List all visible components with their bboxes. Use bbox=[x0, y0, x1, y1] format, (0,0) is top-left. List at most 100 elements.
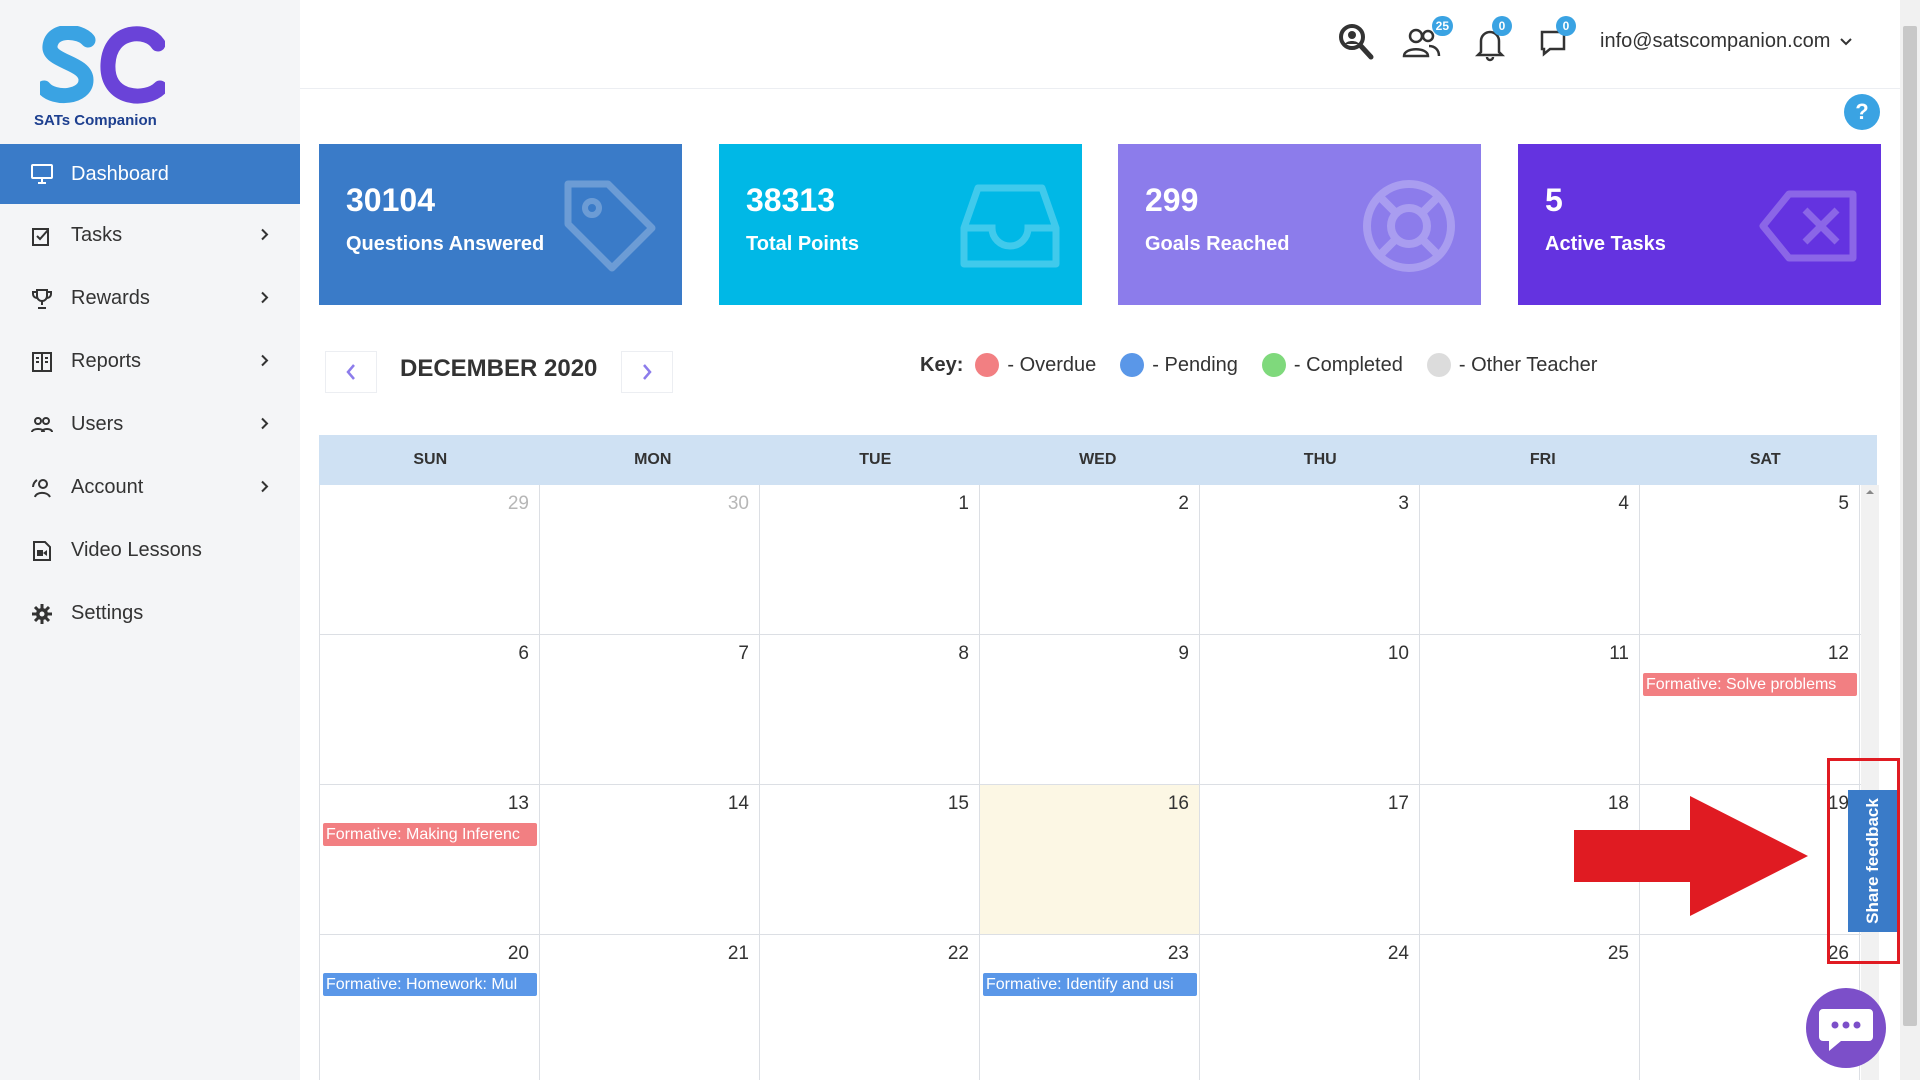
calendar-day[interactable]: 7 bbox=[540, 635, 760, 784]
search-icon bbox=[1339, 24, 1374, 60]
day-number: 7 bbox=[738, 643, 749, 664]
sidebar-item-label: Tasks bbox=[71, 224, 123, 246]
sidebar-item-label: Video Lessons bbox=[71, 539, 202, 561]
topbar: 25 0 0 info@satscompanion.com bbox=[300, 0, 1900, 89]
key-item-other-teacher: - Other Teacher bbox=[1421, 353, 1598, 377]
calendar-day[interactable]: 1 bbox=[760, 485, 980, 634]
calendar-day[interactable]: 22 bbox=[760, 935, 980, 1080]
video-icon bbox=[28, 537, 56, 565]
calendar-day[interactable]: 9 bbox=[980, 635, 1200, 784]
tag-icon bbox=[564, 180, 656, 272]
sidebar-item-label: Users bbox=[71, 413, 124, 435]
calendar-day[interactable]: 2 bbox=[980, 485, 1200, 634]
calendar-day[interactable]: 3 bbox=[1200, 485, 1420, 634]
calendar-day[interactable]: 15 bbox=[760, 785, 980, 934]
key-label: - Completed bbox=[1293, 353, 1403, 376]
key-label: - Other Teacher bbox=[1458, 353, 1598, 376]
calendar-day[interactable]: 10 bbox=[1200, 635, 1420, 784]
chevron-right-icon bbox=[260, 224, 270, 247]
sidebar-item-label: Account bbox=[71, 476, 144, 498]
sidebar-item-label: Reports bbox=[71, 350, 142, 372]
tasks-icon bbox=[28, 222, 56, 250]
calendar-day[interactable]: 5 bbox=[1640, 485, 1860, 634]
chevron-down-icon bbox=[1840, 37, 1853, 45]
chevron-right-icon bbox=[260, 350, 270, 373]
messages-button[interactable]: 0 bbox=[1534, 16, 1578, 66]
page-scrollbar-thumb[interactable] bbox=[1903, 26, 1917, 1026]
calendar-event-overdue[interactable]: Formative: Making Inferenc bbox=[323, 823, 537, 846]
calendar-week: 6 7 8 9 10 11 12 Formative: Solve proble… bbox=[320, 635, 1879, 785]
calendar-day[interactable]: 4 bbox=[1420, 485, 1640, 634]
notifications-badge: 0 bbox=[1492, 16, 1512, 36]
scroll-up-icon bbox=[1866, 490, 1874, 494]
calendar-day[interactable]: 17 bbox=[1200, 785, 1420, 934]
chevron-right-icon bbox=[260, 476, 270, 499]
calendar-day[interactable]: 25 bbox=[1420, 935, 1640, 1080]
day-number: 29 bbox=[507, 493, 529, 514]
day-number: 20 bbox=[507, 943, 529, 964]
brand-logo[interactable]: SATs Companion bbox=[32, 26, 172, 136]
calendar-day[interactable]: 21 bbox=[540, 935, 760, 1080]
sidebar-item-label: Rewards bbox=[71, 287, 150, 309]
day-number: 24 bbox=[1387, 943, 1409, 964]
weekday-label: SUN bbox=[413, 451, 448, 468]
sidebar-item-video-lessons[interactable]: Video Lessons bbox=[0, 519, 300, 582]
calendar-day-today[interactable]: 16 bbox=[980, 785, 1200, 934]
calendar-day[interactable]: 6 bbox=[320, 635, 540, 784]
sidebar-item-account[interactable]: Account bbox=[0, 456, 300, 519]
day-number: 12 bbox=[1827, 643, 1849, 664]
monitor-icon bbox=[28, 160, 56, 188]
weekday-label: THU bbox=[1303, 451, 1337, 468]
stat-card-questions: 30104 Questions Answered bbox=[319, 144, 682, 305]
sc-logo-icon bbox=[40, 26, 165, 104]
calendar-event-pending[interactable]: Formative: Homework: Mul bbox=[323, 973, 537, 996]
day-number: 16 bbox=[1167, 793, 1189, 814]
users-badge: 25 bbox=[1431, 16, 1453, 36]
prev-month-button[interactable] bbox=[325, 351, 377, 393]
messages-badge: 0 bbox=[1556, 16, 1576, 36]
sidebar-item-dashboard[interactable]: Dashboard bbox=[0, 144, 300, 204]
calendar-body: 29 30 1 2 3 4 5 6 7 8 9 10 11 12 Formati… bbox=[319, 485, 1879, 1080]
calendar-day[interactable]: 23 Formative: Identify and usi bbox=[980, 935, 1200, 1080]
day-number: 3 bbox=[1398, 493, 1409, 514]
user-menu[interactable]: info@satscompanion.com bbox=[1600, 30, 1853, 53]
calendar-event-overdue[interactable]: Formative: Solve problems bbox=[1643, 673, 1857, 696]
calendar-day[interactable]: 11 bbox=[1420, 635, 1640, 784]
next-month-button[interactable] bbox=[621, 351, 673, 393]
search-button[interactable] bbox=[1335, 22, 1379, 66]
sidebar-item-settings[interactable]: Settings bbox=[0, 582, 300, 645]
sidebar-item-label: Dashboard bbox=[71, 162, 169, 185]
calendar-day[interactable]: 30 bbox=[540, 485, 760, 634]
key-item-completed: - Completed bbox=[1256, 353, 1403, 377]
sidebar: SATs Companion Dashboard Tasks Rewards R… bbox=[0, 0, 300, 1080]
day-number: 11 bbox=[1609, 643, 1629, 664]
day-number: 15 bbox=[947, 793, 969, 814]
notifications-button[interactable]: 0 bbox=[1470, 16, 1514, 66]
sidebar-item-tasks[interactable]: Tasks bbox=[0, 204, 300, 267]
calendar-day[interactable]: 8 bbox=[760, 635, 980, 784]
calendar-day[interactable]: 13 Formative: Making Inferenc bbox=[320, 785, 540, 934]
sidebar-item-label: Settings bbox=[71, 602, 144, 624]
inbox-icon bbox=[960, 184, 1060, 268]
weekday-label: MON bbox=[634, 451, 672, 468]
day-number: 23 bbox=[1167, 943, 1189, 964]
sidebar-item-reports[interactable]: Reports bbox=[0, 330, 300, 393]
lifebuoy-icon bbox=[1363, 180, 1455, 272]
chat-widget-button[interactable] bbox=[1806, 988, 1886, 1068]
pending-dot-icon bbox=[1120, 353, 1145, 377]
weekday-label: SAT bbox=[1749, 451, 1781, 468]
help-button[interactable]: ? bbox=[1844, 94, 1880, 130]
sidebar-nav: Dashboard Tasks Rewards Reports Users Ac… bbox=[0, 144, 300, 645]
users-button[interactable]: 25 bbox=[1401, 16, 1453, 66]
sidebar-item-rewards[interactable]: Rewards bbox=[0, 267, 300, 330]
stat-card-goals: 299 Goals Reached bbox=[1118, 144, 1481, 305]
calendar-event-pending[interactable]: Formative: Identify and usi bbox=[983, 973, 1197, 996]
calendar-day[interactable]: 14 bbox=[540, 785, 760, 934]
sidebar-item-users[interactable]: Users bbox=[0, 393, 300, 456]
page-scrollbar[interactable] bbox=[1900, 0, 1920, 1080]
calendar-day[interactable]: 29 bbox=[320, 485, 540, 634]
calendar-day[interactable]: 24 bbox=[1200, 935, 1420, 1080]
chevron-left-icon bbox=[346, 364, 355, 380]
chat-bubble-icon bbox=[1819, 1009, 1873, 1051]
calendar-day[interactable]: 20 Formative: Homework: Mul bbox=[320, 935, 540, 1080]
